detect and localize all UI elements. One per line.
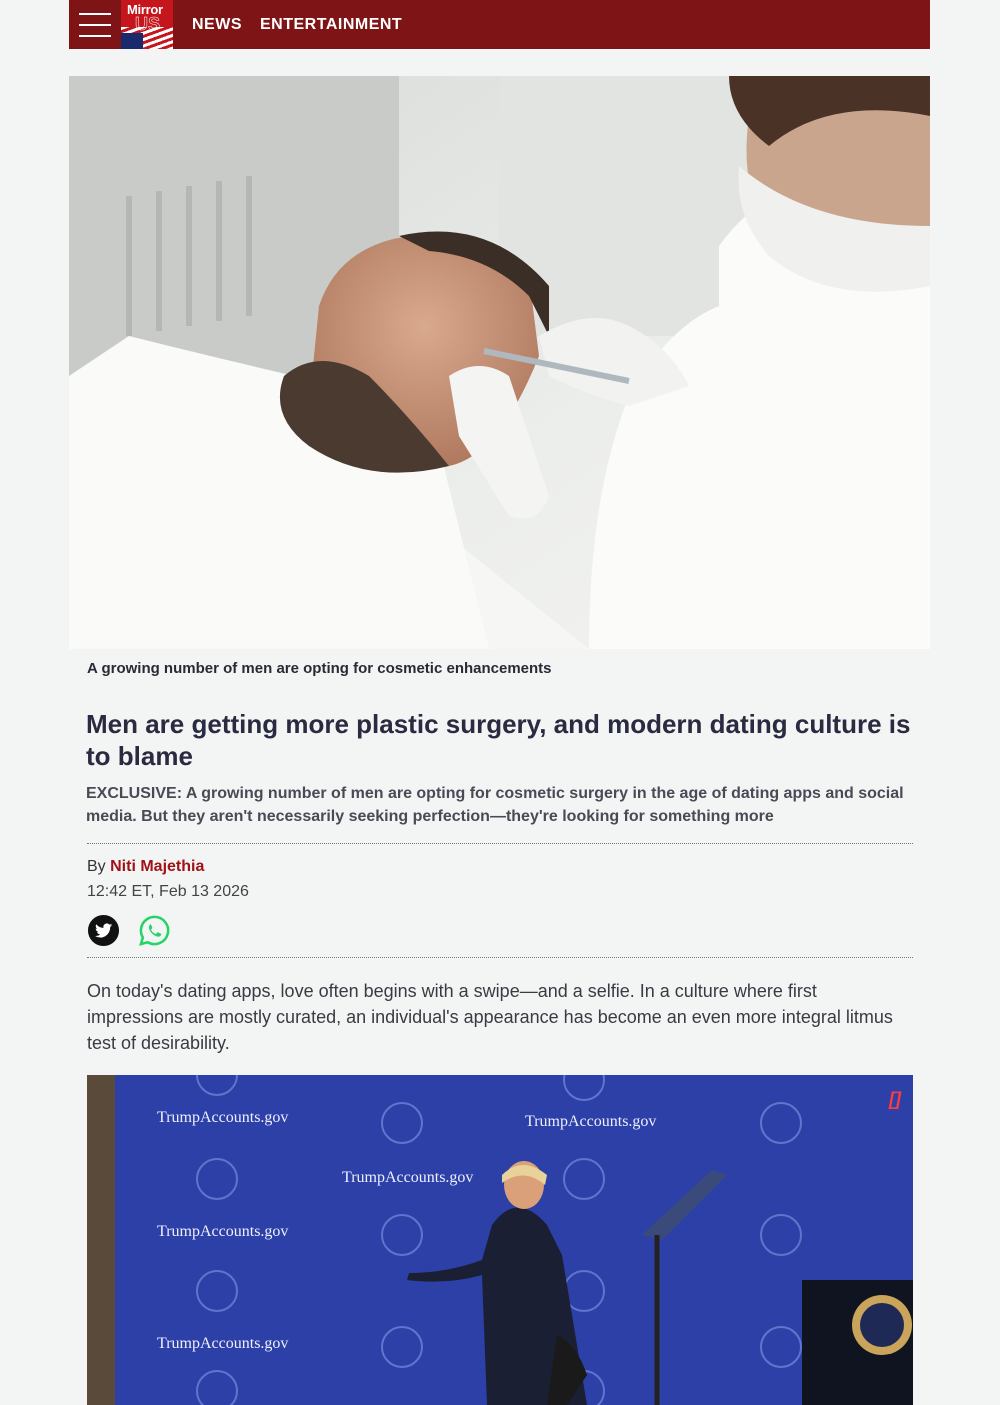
- article-standfirst: EXCLUSIVE: A growing number of men are o…: [86, 785, 904, 825]
- mirror-us-logo[interactable]: Mirror US: [121, 0, 173, 49]
- backdrop-text: TrumpAccounts.gov: [157, 1109, 289, 1126]
- twitter-icon[interactable]: [87, 914, 120, 947]
- site-header: Mirror US NEWS ENTERTAINMENT: [69, 0, 930, 49]
- backdrop-text: TrumpAccounts.gov: [342, 1169, 474, 1186]
- nav-item-news[interactable]: NEWS: [192, 16, 242, 34]
- nav-item-entertainment[interactable]: ENTERTAINMENT: [260, 16, 402, 34]
- publish-timestamp: 12:42 ET, Feb 13 2026: [87, 883, 249, 900]
- divider: [87, 957, 913, 958]
- embedded-video[interactable]: TrumpAccounts.gov TrumpAccounts.gov Trum…: [87, 1075, 913, 1405]
- byline: By Niti Majethia: [87, 858, 204, 876]
- hero-image: [69, 76, 930, 649]
- backdrop-text: TrumpAccounts.gov: [157, 1335, 289, 1352]
- article-body-paragraph: On today's dating apps, love often begin…: [87, 981, 893, 1053]
- menu-icon[interactable]: [79, 13, 111, 37]
- video-fullscreen-icon[interactable]: []: [889, 1089, 901, 1110]
- backdrop-text: TrumpAccounts.gov: [157, 1223, 289, 1240]
- share-buttons: [87, 914, 171, 947]
- article-headline: Men are getting more plastic surgery, an…: [86, 709, 911, 771]
- backdrop-text: TrumpAccounts.gov: [525, 1113, 657, 1130]
- divider: [87, 843, 913, 844]
- logo-text-us: US: [135, 14, 161, 35]
- author-link[interactable]: Niti Majethia: [110, 858, 204, 875]
- byline-label: By: [87, 858, 106, 875]
- primary-nav: NEWS ENTERTAINMENT: [192, 0, 402, 49]
- whatsapp-icon[interactable]: [138, 914, 171, 947]
- hero-caption: A growing number of men are opting for c…: [87, 660, 552, 677]
